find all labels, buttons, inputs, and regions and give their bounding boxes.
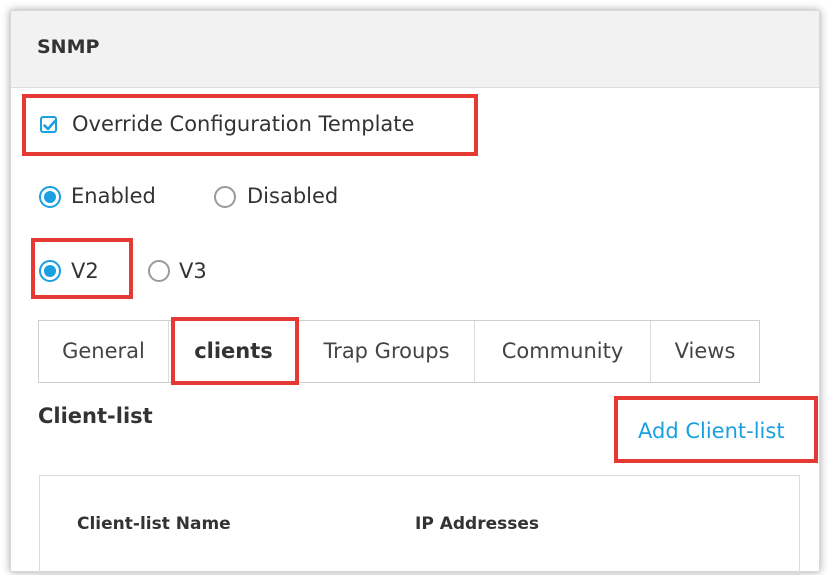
tab-views[interactable]: Views	[651, 321, 759, 382]
snmp-tabs: General clients Trap Groups Community Vi…	[38, 320, 760, 383]
disabled-radio[interactable]	[214, 186, 236, 208]
tab-community[interactable]: Community	[475, 321, 651, 382]
enabled-radio[interactable]	[39, 186, 61, 208]
clients-tab-highlight-box	[171, 317, 299, 385]
column-header-client-list-name[interactable]: Client-list Name	[77, 514, 231, 534]
client-list-table: Client-list Name IP Addresses	[39, 475, 800, 575]
add-client-list-highlight-box	[614, 396, 818, 463]
v3-radio[interactable]	[148, 260, 170, 282]
enabled-label[interactable]: Enabled	[71, 184, 156, 208]
disabled-label[interactable]: Disabled	[247, 184, 338, 208]
client-list-title: Client-list	[38, 404, 153, 428]
v2-highlight-box	[31, 238, 133, 299]
column-header-ip-addresses[interactable]: IP Addresses	[415, 514, 539, 534]
override-highlight-box	[22, 94, 478, 156]
v3-label[interactable]: V3	[179, 259, 207, 283]
tab-trap-groups[interactable]: Trap Groups	[299, 321, 475, 382]
panel-header: SNMP	[11, 11, 819, 88]
panel-title: SNMP	[37, 36, 100, 58]
tab-general[interactable]: General	[39, 321, 169, 382]
